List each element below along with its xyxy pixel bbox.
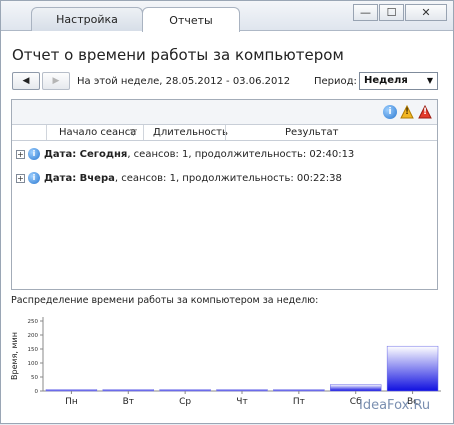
tab-settings[interactable]: Настройка (31, 7, 143, 31)
bar (102, 389, 154, 392)
close-button[interactable]: ✕ (405, 4, 447, 21)
expand-icon[interactable]: + (16, 173, 25, 183)
minimize-button[interactable]: — (353, 4, 378, 21)
bar (273, 389, 325, 392)
column-header-start[interactable]: Начало сеанса (59, 126, 136, 140)
y-tick-label: 150 (28, 347, 39, 353)
bar (216, 389, 268, 392)
info-icon: i (28, 148, 40, 160)
x-tick-label: Пн (65, 397, 78, 407)
chevron-down-icon: ▼ (426, 76, 433, 85)
row-details: , сеансов: 1, продолжительность: 02:40:1… (127, 148, 355, 160)
expand-icon[interactable]: + (16, 149, 25, 159)
column-divider (225, 125, 226, 140)
maximize-button[interactable]: ☐ (379, 4, 404, 21)
prev-period-button[interactable]: ◀ (12, 72, 40, 90)
chart-title: Распределение времени работы за компьюте… (11, 295, 319, 306)
date-range-label: На этой неделе, 28.05.2012 - 03.06.2012 (77, 76, 291, 87)
y-tick-label: 100 (28, 361, 39, 367)
table-header: Начало сеанса ▽ Длительность Результат (12, 125, 437, 141)
row-date-label: Дата: Сегодня (44, 148, 128, 160)
y-tick-label: 200 (28, 333, 39, 339)
page-title: Отчет о времени работы за компьютером (12, 46, 344, 64)
bar (386, 345, 439, 392)
title-bar: Настройка Отчеты — ☐ ✕ (1, 1, 453, 32)
x-tick-label: Ср (179, 397, 191, 407)
column-header-result[interactable]: Результат (285, 126, 338, 140)
window-controls: — ☐ ✕ (353, 4, 447, 21)
row-date-label: Дата: Вчера (44, 172, 115, 184)
x-tick-label: Чт (236, 397, 247, 407)
column-divider (143, 125, 144, 140)
error-filter-icon[interactable]: ! (418, 105, 432, 119)
period-select-value: Неделя (364, 75, 408, 86)
watermark: IdeaFox.Ru (359, 398, 431, 413)
warning-mark: ! (404, 107, 410, 117)
tab-reports[interactable]: Отчеты (142, 7, 240, 32)
table-row[interactable]: + i Дата: Сегодня , сеансов: 1, продолжи… (16, 146, 354, 162)
warning-filter-icon[interactable]: ! (400, 105, 414, 119)
table-toolbar: i ! ! (12, 100, 437, 125)
info-filter-icon[interactable]: i (383, 105, 397, 119)
period-select[interactable]: Неделя ▼ (359, 72, 438, 90)
y-tick-label: 250 (28, 319, 39, 325)
sort-icon: ▽ (130, 128, 137, 138)
y-axis-label: Время, мин (10, 332, 19, 380)
next-period-button[interactable]: ▶ (42, 72, 70, 90)
app-window: Настройка Отчеты — ☐ ✕ Отчет о времени р… (0, 0, 454, 424)
bar (159, 389, 211, 392)
bar (45, 389, 98, 392)
y-tick-label: 50 (31, 375, 38, 381)
row-details: , сеансов: 1, продолжительность: 00:22:3… (114, 172, 342, 184)
column-divider (46, 125, 47, 140)
x-tick-label: Вт (123, 397, 134, 407)
column-header-duration[interactable]: Длительность (153, 126, 228, 140)
bar (330, 384, 382, 392)
y-tick-label: 0 (35, 389, 39, 395)
sessions-table: i ! ! Начало сеанса ▽ Длительность Резул… (11, 99, 438, 290)
period-label: Период: (314, 76, 357, 87)
info-icon: i (28, 172, 40, 184)
x-tick-label: Пт (293, 397, 305, 407)
table-row[interactable]: + i Дата: Вчера , сеансов: 1, продолжите… (16, 170, 342, 186)
error-mark: ! (422, 107, 428, 117)
